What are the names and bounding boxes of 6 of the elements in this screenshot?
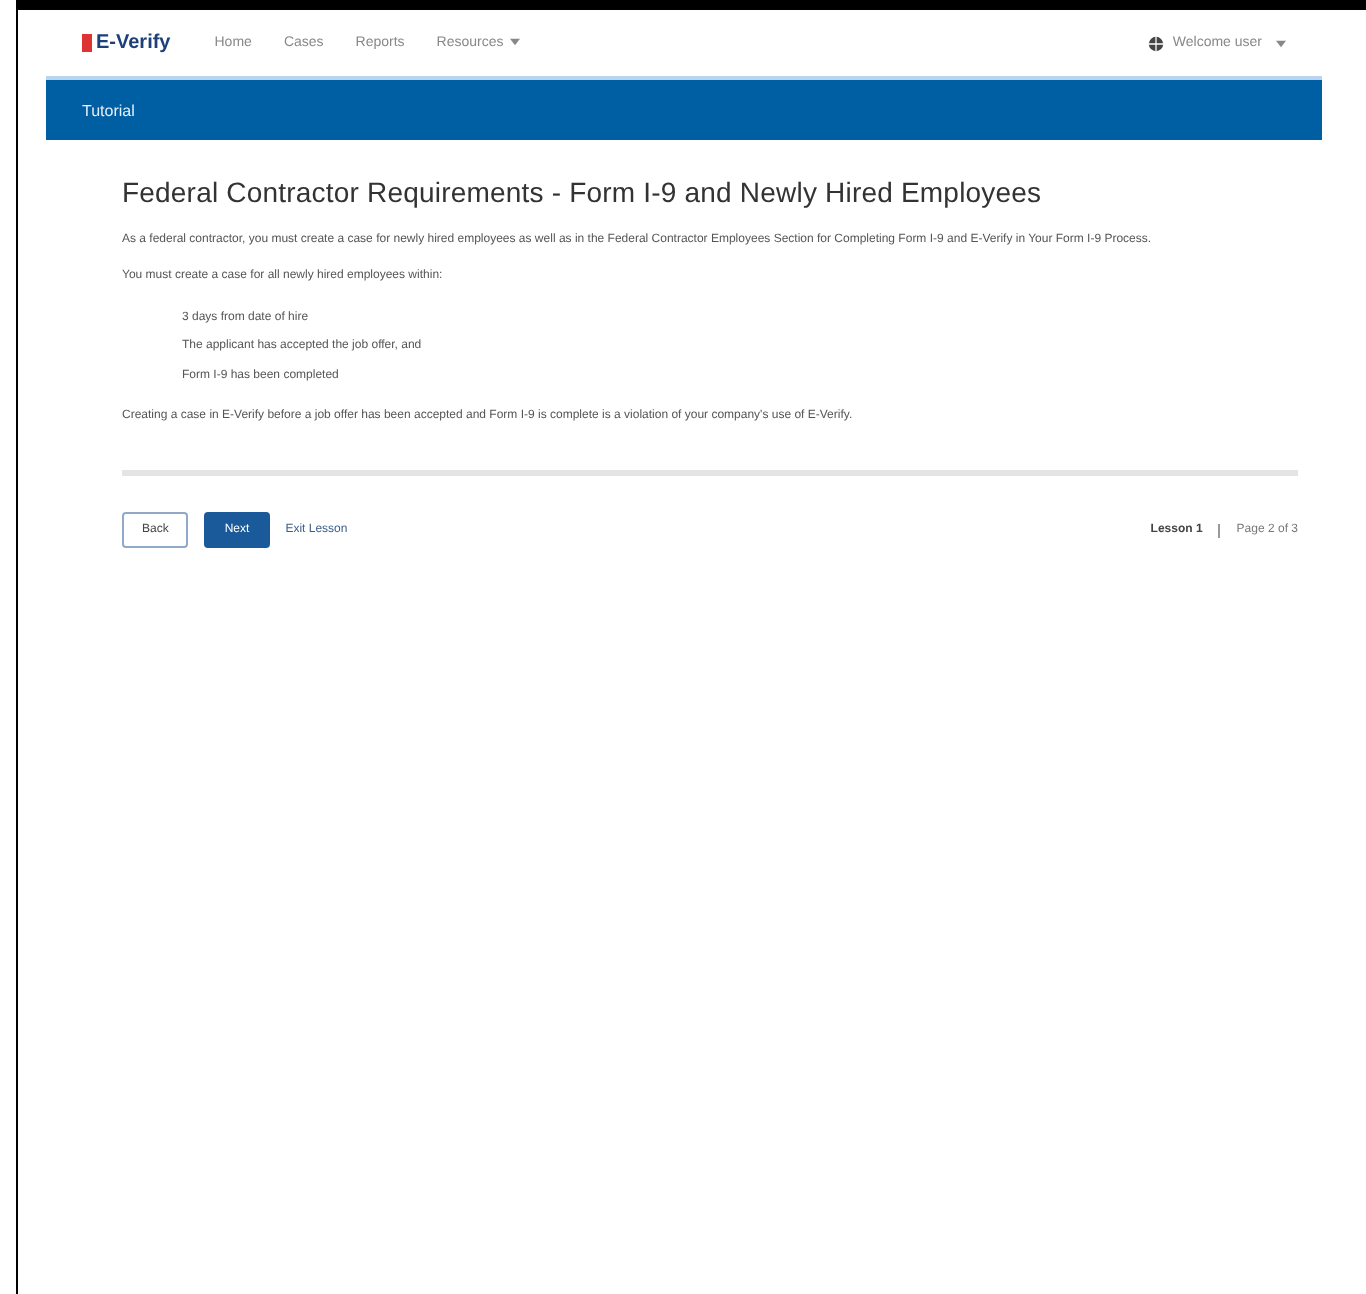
banner-title: Tutorial bbox=[82, 101, 135, 119]
page-heading: Federal Contractor Requirements - Form I-9 and Newly Hired Employees bbox=[122, 176, 1044, 208]
flag-icon bbox=[82, 34, 92, 52]
globe-icon bbox=[1148, 35, 1165, 51]
logo[interactable]: E-Verify bbox=[82, 32, 171, 54]
caret-icon bbox=[1276, 39, 1286, 47]
